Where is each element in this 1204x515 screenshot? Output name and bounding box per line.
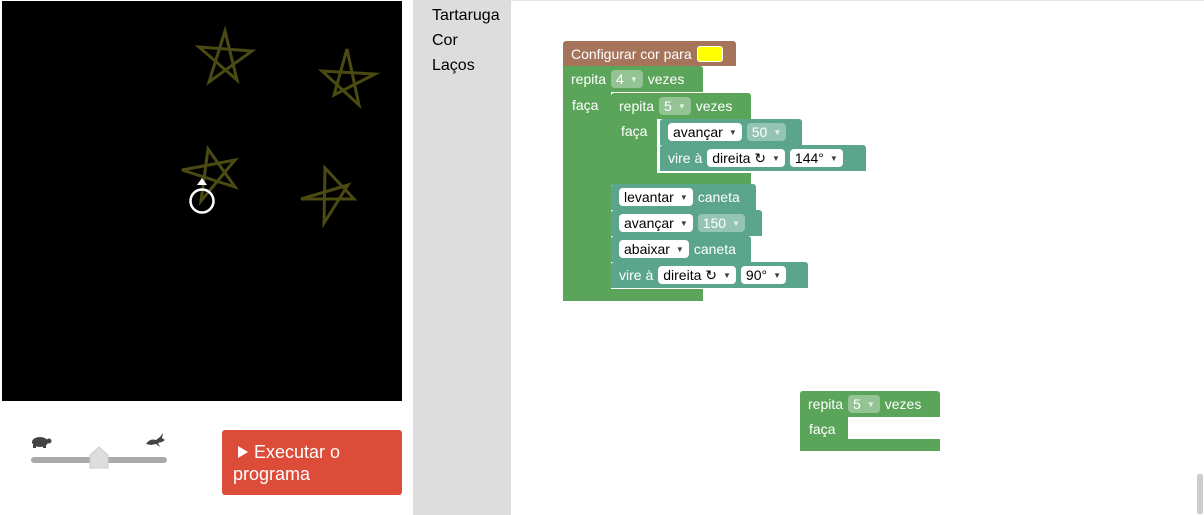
category-color[interactable]: Cor [413, 28, 511, 53]
inner-repeat-times-dropdown[interactable]: 5 ▼ [659, 97, 691, 115]
outer-repeat-block[interactable]: repita 4 ▼ vezes [563, 66, 703, 92]
turn-direction-dropdown-2[interactable]: direita ↻ ▼ [658, 266, 736, 284]
set-color-label: Configurar cor para [571, 45, 692, 62]
outer-do-label: faça [572, 97, 599, 113]
star-bottom-right [300, 164, 358, 229]
color-swatch[interactable] [696, 45, 723, 62]
loose-repeat-footer [800, 439, 940, 451]
outer-times-label: vezes [647, 71, 685, 87]
toolbox: Tartaruga Cor Laços [413, 0, 511, 515]
turtle-icon [32, 437, 52, 448]
turn-label-1: vire à [668, 150, 703, 166]
play-icon [238, 446, 248, 459]
move-block-2[interactable]: avançar ▼ 150 ▼ [611, 210, 762, 236]
workspace-scrollbar[interactable] [1197, 474, 1203, 514]
speed-handle[interactable] [89, 446, 109, 469]
loose-repeat-label: repita [808, 396, 844, 412]
app: Executar o programa Tartaruga Cor Laços … [0, 0, 1204, 515]
run-program-button[interactable]: Executar o programa [222, 430, 402, 495]
speed-slider[interactable] [26, 428, 176, 478]
turn-direction-dropdown-1[interactable]: direita ↻ ▼ [707, 149, 785, 167]
outer-repeat-label: repita [571, 71, 607, 87]
star-bottom-left [181, 145, 239, 206]
pen-down-block[interactable]: abaixar ▼ caneta [611, 236, 751, 262]
category-turtle[interactable]: Tartaruga [413, 3, 511, 28]
pen-up-block[interactable]: levantar ▼ caneta [611, 184, 756, 210]
loose-repeat-times-dropdown[interactable]: 5 ▼ [848, 395, 880, 413]
outer-repeat-times-dropdown[interactable]: 4 ▼ [611, 70, 643, 88]
turn-label-2: vire à [619, 267, 654, 283]
set-color-block[interactable]: Configurar cor para [563, 41, 736, 66]
inner-repeat-block[interactable]: repita 5 ▼ vezes [611, 93, 751, 119]
loose-repeat-block[interactable]: repita 5 ▼ vezes [800, 391, 940, 417]
turtle-canvas [2, 1, 402, 401]
run-program-label: Executar o programa [233, 441, 341, 484]
drawing [181, 25, 381, 229]
move-amount-dropdown-1[interactable]: 50 ▼ [746, 123, 787, 141]
move-action-dropdown-1[interactable]: avançar ▼ [668, 123, 742, 141]
turn-angle-dropdown-1[interactable]: 144° ▼ [789, 149, 843, 167]
loose-times-label: vezes [884, 396, 922, 412]
pen-down-label: caneta [693, 241, 736, 257]
turn-angle-dropdown-2[interactable]: 90° ▼ [740, 266, 787, 284]
inner-repeat-label: repita [619, 98, 655, 114]
turn-block-2[interactable]: vire à direita ↻ ▼ 90° ▼ [611, 262, 808, 288]
outer-repeat-footer [563, 289, 703, 301]
pen-down-dropdown[interactable]: abaixar ▼ [619, 240, 689, 258]
pen-up-label: caneta [697, 189, 740, 205]
turn-block-1[interactable]: vire à direita ↻ ▼ 144° ▼ [660, 145, 866, 171]
category-loops[interactable]: Laços [413, 53, 511, 78]
hare-icon [146, 433, 165, 447]
inner-do-label: faça [621, 123, 648, 139]
loose-do-label: faça [809, 421, 836, 437]
inner-times-label: vezes [695, 98, 733, 114]
pen-up-dropdown[interactable]: levantar ▼ [619, 188, 693, 206]
star-top-right [317, 48, 381, 110]
move-action-dropdown-2[interactable]: avançar ▼ [619, 214, 693, 232]
star-top-left [194, 25, 257, 86]
move-block-1[interactable]: avançar ▼ 50 ▼ [660, 119, 802, 145]
move-amount-dropdown-2[interactable]: 150 ▼ [697, 214, 746, 232]
blocks-workspace[interactable]: Configurar cor para repita 4 ▼ vezes faça… [511, 0, 1204, 515]
